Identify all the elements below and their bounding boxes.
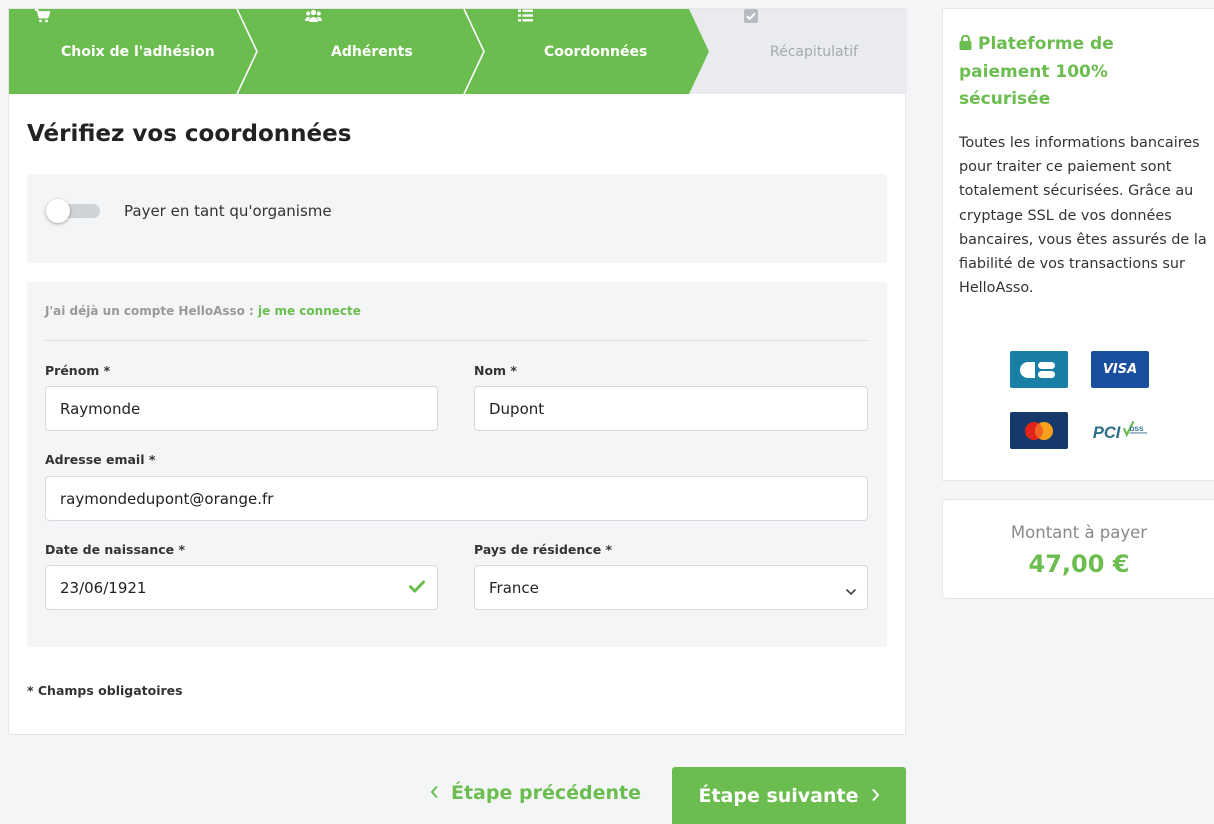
list-icon (518, 9, 534, 60)
page-title: Vérifiez vos coordonnées (27, 121, 352, 147)
cart-icon (35, 9, 51, 60)
next-step-label: Étape suivante (698, 784, 859, 807)
step-adherents[interactable]: Adhérents (305, 9, 413, 94)
birthdate-value: 23/06/1921 (60, 578, 147, 597)
organisation-toggle[interactable] (44, 198, 102, 224)
mastercard-logo (1010, 412, 1068, 449)
country-select[interactable]: France (474, 565, 868, 610)
organisation-toggle-label: Payer en tant qu'organisme (124, 202, 332, 220)
security-title-text: Plateforme de paiement 100% sécurisée (959, 34, 1114, 109)
next-step-button[interactable]: Étape suivante (672, 767, 906, 824)
amount-label: Montant à payer (1010, 523, 1148, 542)
email-label: Adresse email * (45, 452, 156, 467)
progress-stepper: Choix de l'adhésion Adhérents Coordonnée… (9, 9, 907, 94)
security-title: Plateforme de paiement 100% sécurisée (959, 31, 1199, 113)
pays-label: Pays de résidence * (474, 542, 613, 557)
cb-logo (1010, 351, 1068, 388)
amount-value: 47,00 € (1028, 550, 1130, 578)
divider (45, 340, 869, 341)
chevron-left-icon (430, 782, 439, 804)
svg-text:DSS: DSS (1130, 426, 1144, 433)
svg-text:PCI: PCI (1093, 423, 1121, 441)
account-login-line: J'ai déjà un compte HelloAsso : je me co… (45, 304, 361, 318)
visa-logo: VISA (1091, 351, 1149, 388)
prenom-field[interactable]: Raymonde (45, 386, 438, 431)
nom-field[interactable]: Dupont (474, 386, 868, 431)
email-field[interactable]: raymondedupont@orange.fr (45, 476, 868, 521)
users-icon (305, 9, 322, 60)
previous-step-button[interactable]: Étape précédente (430, 782, 641, 804)
organisation-section: Payer en tant qu'organisme (27, 174, 887, 263)
security-panel: Plateforme de paiement 100% sécurisée To… (942, 8, 1214, 481)
valid-check-icon (409, 579, 425, 597)
email-value: raymondedupont@orange.fr (60, 489, 274, 508)
prenom-value: Raymonde (60, 399, 141, 418)
nom-value: Dupont (489, 399, 545, 418)
chevron-down-icon (845, 582, 857, 600)
required-fields-note: * Champs obligatoires (27, 683, 183, 698)
step-label: Récapitulatif (770, 43, 858, 60)
security-description: Toutes les informations bancaires pour t… (959, 135, 1207, 297)
chevron-right-icon (871, 785, 880, 807)
toggle-knob (46, 199, 70, 223)
step-label: Choix de l'adhésion (61, 43, 215, 60)
main-panel: Choix de l'adhésion Adhérents Coordonnée… (8, 8, 907, 735)
identity-form: J'ai déjà un compte HelloAsso : je me co… (27, 282, 887, 647)
checkbox-icon (744, 9, 760, 60)
step-recapitulatif: Récapitulatif (744, 9, 858, 94)
step-label: Adhérents (331, 43, 413, 60)
login-link[interactable]: je me connecte (258, 304, 361, 318)
birthdate-field[interactable]: 23/06/1921 (45, 565, 438, 610)
pci-dss-logo: PCI DSS (1091, 412, 1149, 449)
naissance-label: Date de naissance * (45, 542, 186, 557)
step-choix-adhesion[interactable]: Choix de l'adhésion (35, 9, 215, 94)
step-label: Coordonnées (544, 43, 648, 60)
account-prefix: J'ai déjà un compte HelloAsso : (45, 304, 259, 318)
lock-icon (959, 32, 972, 59)
amount-panel: Montant à payer 47,00 € (942, 499, 1214, 599)
previous-step-label: Étape précédente (451, 782, 641, 804)
prenom-label: Prénom * (45, 363, 111, 378)
nom-label: Nom * (474, 363, 517, 378)
step-coordonnees[interactable]: Coordonnées (518, 9, 647, 94)
country-value: France (489, 578, 539, 597)
